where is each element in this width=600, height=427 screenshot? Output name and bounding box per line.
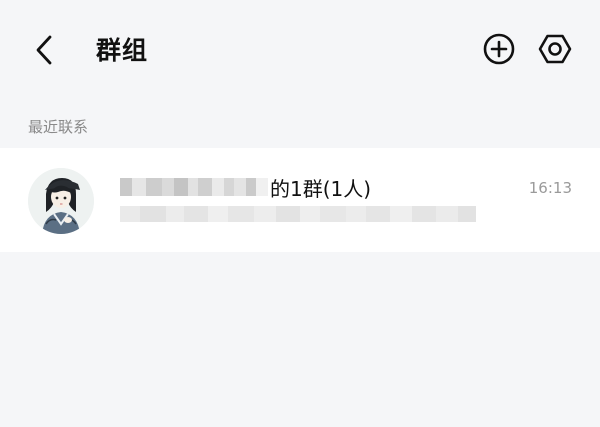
last-message-time: 16:13: [528, 179, 572, 197]
page-title: 群组: [96, 36, 149, 65]
chevron-left-icon: [36, 35, 52, 65]
redacted-message-preview: [120, 205, 476, 223]
hexagon-settings-icon: [538, 34, 572, 64]
group-list: 的1群(1人) 16:13: [0, 148, 600, 252]
redacted-name-pixels: [120, 177, 268, 197]
settings-button[interactable]: [537, 31, 573, 67]
anime-girl-avatar-icon: [28, 168, 94, 234]
add-group-button[interactable]: [482, 32, 516, 66]
group-name: 的1群(1人): [270, 176, 372, 201]
back-button[interactable]: [28, 32, 60, 68]
header: 群组: [0, 0, 600, 100]
plus-circle-icon: [483, 33, 515, 65]
group-list-item[interactable]: 的1群(1人) 16:13: [0, 148, 600, 252]
group-name-row: 的1群(1人): [120, 174, 372, 201]
section-label-recent: 最近联系: [28, 118, 89, 136]
avatar: [28, 168, 94, 234]
